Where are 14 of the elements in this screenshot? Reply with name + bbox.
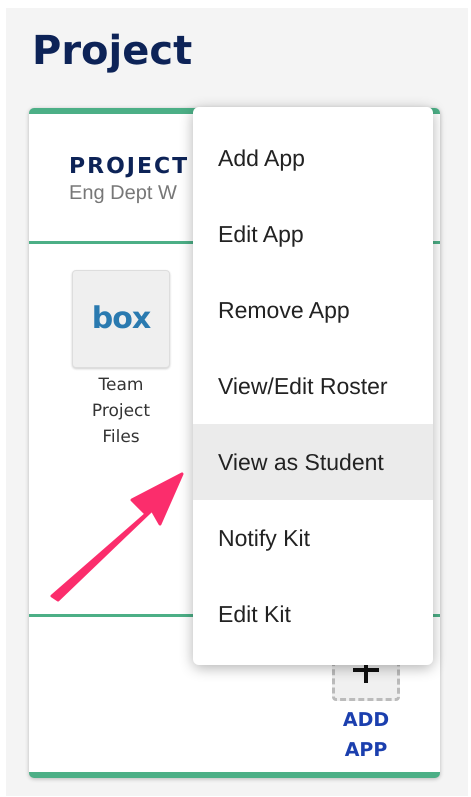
menu-item[interactable]: Add App <box>193 120 433 196</box>
menu-item[interactable]: Remove App <box>193 272 433 348</box>
app-logo: box <box>92 302 150 336</box>
menu-item[interactable]: View/Edit Roster <box>193 348 433 424</box>
menu-item[interactable]: Edit App <box>193 196 433 272</box>
card-heading: PROJECT <box>69 154 190 180</box>
app-tile[interactable]: box <box>72 270 170 368</box>
app-name: Team Project Files <box>90 374 152 449</box>
page-title: Project <box>32 27 194 76</box>
menu-item[interactable]: View as Student <box>193 424 433 500</box>
add-app-link[interactable]: ADD APP <box>332 705 400 765</box>
menu-item[interactable]: Edit Kit <box>193 576 433 652</box>
card-subtitle: Eng Dept W <box>69 181 177 206</box>
menu-item[interactable]: Notify Kit <box>193 500 433 576</box>
